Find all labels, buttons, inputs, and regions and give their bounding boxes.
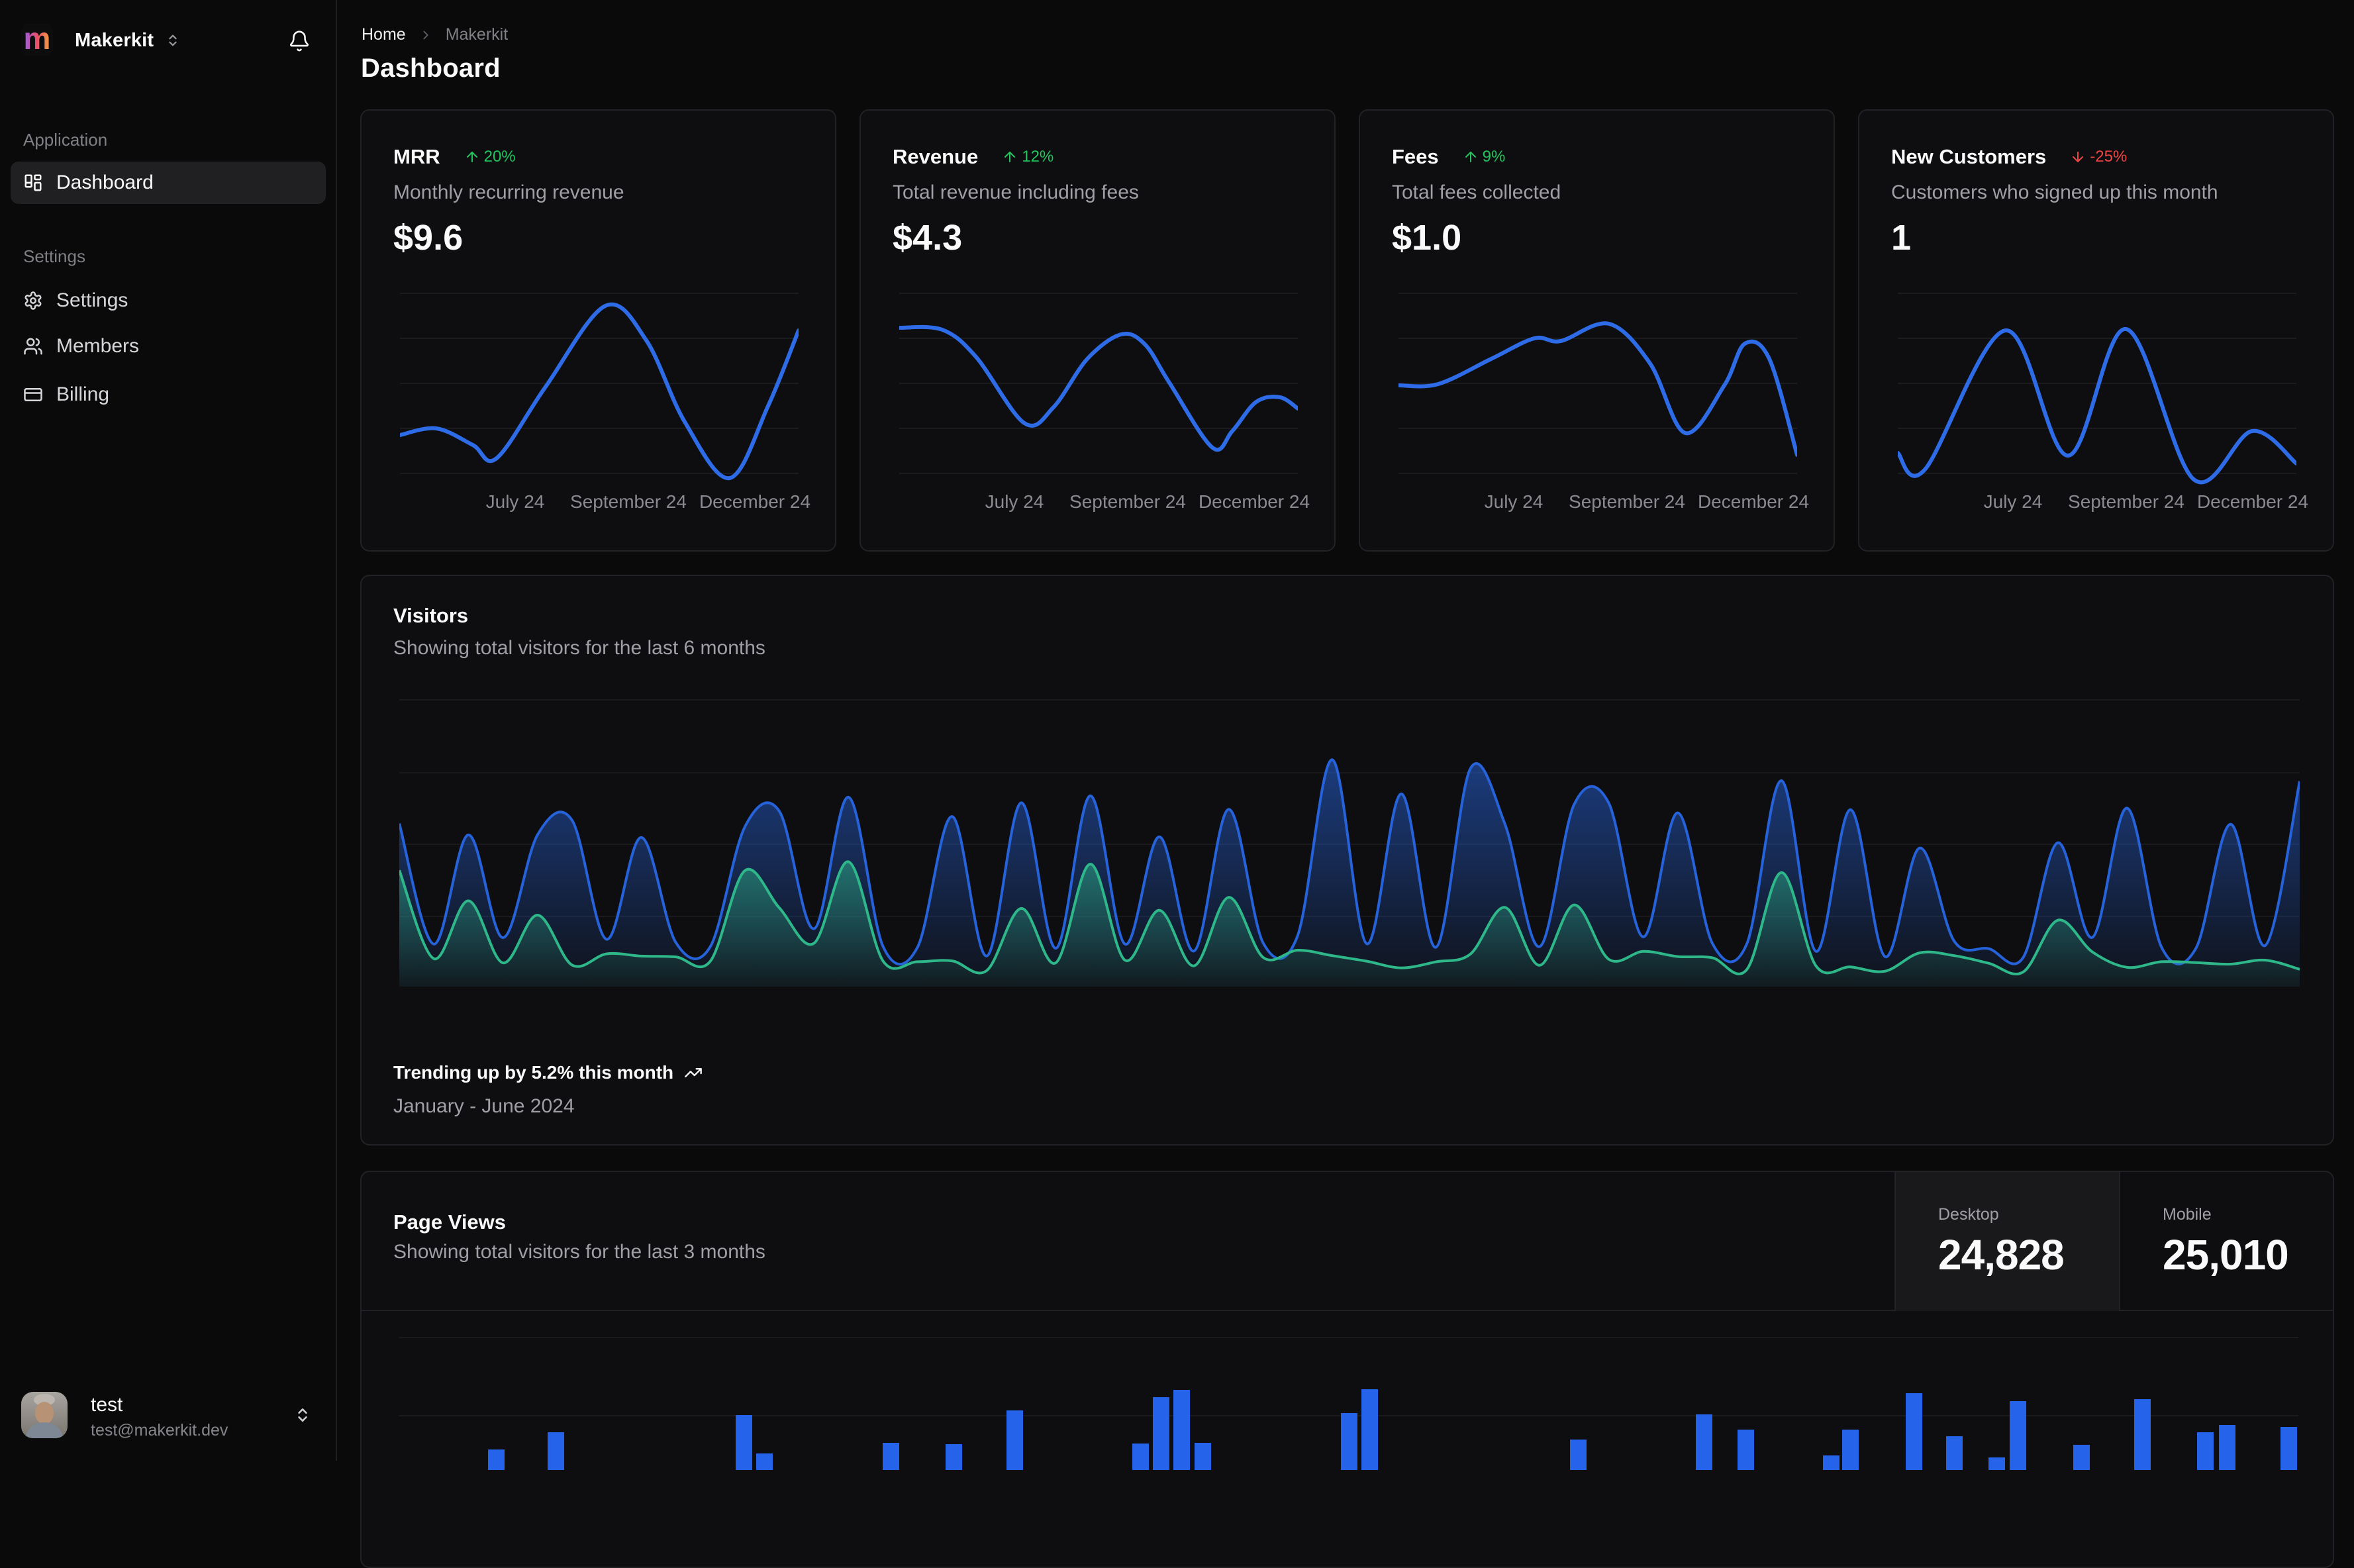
svg-text:m: m [24, 24, 51, 56]
